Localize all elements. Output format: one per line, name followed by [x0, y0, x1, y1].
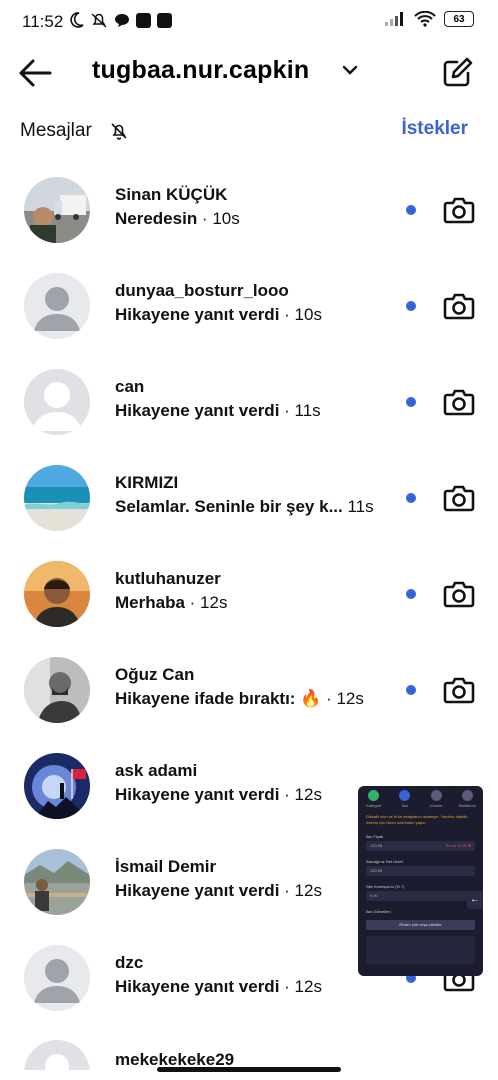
thread-row[interactable]: Sinan KÜÇÜK Neredesin · 10s [0, 177, 498, 273]
app-notification-icon [136, 12, 151, 28]
unread-dot [406, 205, 416, 215]
price-label: İlan Fiyatı [366, 834, 384, 839]
thread-name: Sinan KÜÇÜK [115, 185, 228, 204]
price-input[interactable]: 123,55 En az 10,00 ₺ [366, 841, 475, 851]
unread-dot [406, 397, 416, 407]
avatar[interactable] [24, 753, 90, 819]
document-icon [461, 790, 473, 801]
images-label: İlan Görselleri [366, 909, 391, 914]
requests-link[interactable]: İstekler [401, 118, 468, 140]
avatar[interactable] [24, 945, 90, 1011]
avatar[interactable] [24, 273, 90, 339]
thread-row[interactable]: kutluhanuzer Merhaba · 12s [0, 561, 498, 657]
camera-icon[interactable] [443, 195, 475, 225]
moon-icon [70, 12, 84, 28]
battery-indicator: 63 [444, 11, 474, 27]
camera-icon[interactable] [443, 483, 475, 513]
status-system-icons: 63 [384, 11, 474, 27]
upload-button[interactable]: Resim yük veya sürükle [366, 920, 475, 930]
collapse-arrow-icon[interactable]: ← [467, 891, 483, 909]
thread-preview: Merhaba · 12s [115, 593, 228, 612]
thread-name: ask adami [115, 761, 198, 780]
thread-preview: Selamlar. Seninle bir şey k... 11s [115, 497, 374, 516]
status-time: 11:52 [22, 12, 64, 31]
thread-name: dzc [115, 953, 144, 972]
overlay-tab[interactable]: Belirtmek [455, 790, 479, 808]
thread-row[interactable]: can Hikayene yanıt verdi · 11s [0, 369, 498, 465]
image-icon [399, 790, 411, 801]
commission-input[interactable]: 9,00 [366, 891, 475, 901]
thread-name: can [115, 377, 145, 396]
edit-icon [430, 790, 442, 801]
avatar[interactable] [24, 849, 90, 915]
thread-name: Oğuz Can [115, 665, 195, 684]
chevron-down-icon[interactable] [342, 64, 358, 76]
unread-dot [406, 685, 416, 695]
overlay-tab[interactable]: Ürünler [424, 790, 448, 808]
thread-row[interactable]: KIRMIZI Selamlar. Seninle bir şey k... 1… [0, 465, 498, 561]
thread-name: kutluhanuzer [115, 569, 221, 588]
thread-preview: Hikayene yanıt verdi · 12s [115, 977, 322, 996]
messages-title: Mesajlar [20, 120, 92, 141]
thread-name: KIRMIZI [115, 473, 179, 492]
overlay-tab[interactable]: İlan [393, 790, 417, 808]
overlay-tab[interactable]: Kategori [362, 790, 386, 808]
floating-overlay-panel[interactable]: Kategori İlan Ürünler Belirtmek Dikkatli… [358, 786, 483, 976]
check-icon [368, 790, 380, 801]
camera-icon[interactable] [443, 579, 475, 609]
unread-dot [406, 493, 416, 503]
status-notification-icons [70, 12, 172, 28]
thread-preview: Hikayene yanıt verdi · 12s [115, 785, 322, 804]
account-name[interactable]: tugbaa.nur.capkin [92, 56, 309, 85]
status-bar: 11:52 63 [0, 0, 498, 44]
camera-icon[interactable] [443, 675, 475, 705]
home-indicator[interactable] [157, 1067, 341, 1072]
back-arrow-icon[interactable] [18, 58, 52, 88]
muted-bell-icon [111, 123, 127, 140]
unread-dot [406, 301, 416, 311]
avatar[interactable] [24, 177, 90, 243]
thread-name: dunyaa_bosturr_looo [115, 281, 289, 300]
net-label: Alacağınız Net Ücret [366, 859, 403, 864]
thread-preview: Hikayene yanıt verdi · 11s [115, 401, 321, 420]
thread-name: İsmail Demir [115, 857, 217, 876]
signal-icon [385, 12, 403, 26]
thread-row-partial[interactable]: mekekekeke29 [0, 1040, 498, 1070]
avatar[interactable] [24, 561, 90, 627]
upload-dropzone[interactable] [366, 936, 475, 964]
wifi-icon [414, 11, 436, 27]
avatar[interactable] [24, 369, 90, 435]
messages-section-header: Mesajlar İstekler [0, 116, 498, 146]
avatar [24, 1040, 90, 1070]
camera-icon[interactable] [443, 291, 475, 321]
app-notification-icon [157, 12, 172, 28]
thread-preview: Neredesin · 10s [115, 209, 240, 228]
muted-bell-icon [91, 13, 107, 28]
chat-bubble-icon [115, 14, 129, 27]
net-input[interactable]: 120,55 [366, 866, 475, 876]
avatar[interactable] [24, 465, 90, 531]
camera-icon[interactable] [443, 387, 475, 417]
thread-preview: Hikayene yanıt verdi · 10s [115, 305, 322, 324]
thread-row[interactable]: dunyaa_bosturr_looo Hikayene yanıt verdi… [0, 273, 498, 369]
compose-icon[interactable] [442, 56, 474, 88]
overlay-tabs: Kategori İlan Ürünler Belirtmek [358, 786, 483, 808]
thread-preview: Hikayene ifade bıraktı: 🔥 · 12s [115, 689, 364, 708]
thread-row[interactable]: Oğuz Can Hikayene ifade bıraktı: 🔥 · 12s [0, 657, 498, 753]
thread-preview: Hikayene yanıt verdi · 12s [115, 881, 322, 900]
unread-dot [406, 589, 416, 599]
overlay-warning: Dikkatli olun ve ürün detaylarını incele… [366, 814, 469, 825]
header: tugbaa.nur.capkin [0, 50, 498, 96]
avatar[interactable] [24, 657, 90, 723]
commission-label: Site Komisyonu (% 7) [366, 884, 405, 889]
